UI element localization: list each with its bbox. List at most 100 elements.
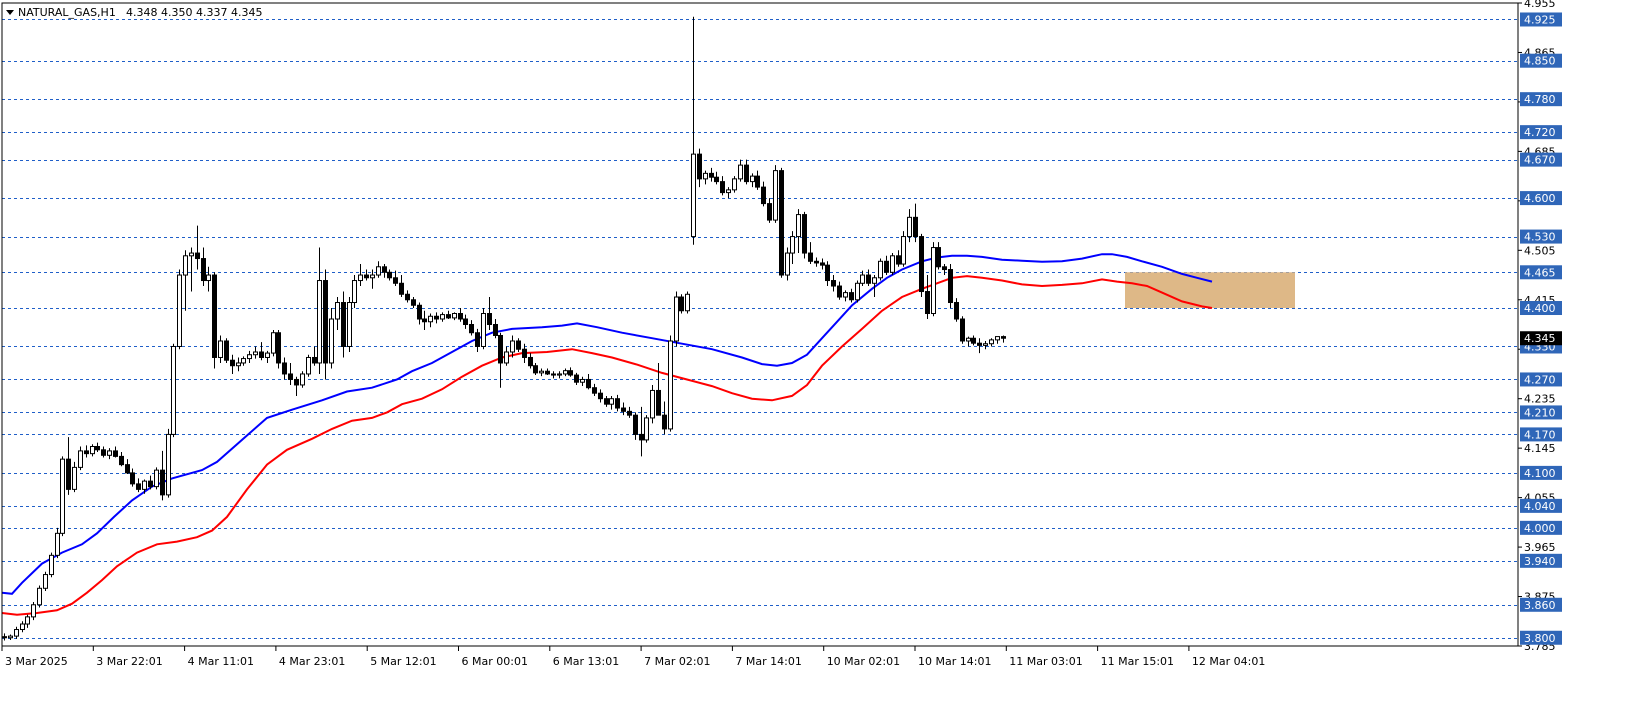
candle[interactable]: [189, 247, 194, 292]
candle[interactable]: [884, 255, 889, 276]
candle[interactable]: [545, 368, 550, 376]
candle[interactable]: [154, 467, 159, 490]
candle[interactable]: [586, 373, 591, 390]
candle[interactable]: [837, 281, 842, 300]
candle[interactable]: [171, 343, 176, 438]
candle[interactable]: [446, 310, 451, 320]
candle[interactable]: [487, 297, 492, 330]
candle[interactable]: [668, 335, 673, 432]
candle[interactable]: [323, 269, 328, 380]
candle[interactable]: [738, 159, 743, 182]
candle[interactable]: [370, 269, 375, 289]
candle[interactable]: [971, 335, 976, 346]
candle[interactable]: [580, 376, 585, 387]
candle[interactable]: [890, 253, 895, 276]
candle[interactable]: [814, 257, 819, 267]
candle[interactable]: [761, 181, 766, 207]
candle[interactable]: [417, 302, 422, 325]
candle[interactable]: [452, 312, 457, 321]
candle[interactable]: [218, 335, 223, 363]
candle[interactable]: [820, 258, 825, 270]
candle[interactable]: [615, 394, 620, 412]
candle[interactable]: [195, 225, 200, 270]
candle[interactable]: [66, 437, 71, 495]
candle[interactable]: [14, 626, 19, 639]
candle[interactable]: [55, 527, 60, 559]
candle[interactable]: [995, 336, 1000, 344]
candle[interactable]: [31, 602, 36, 621]
candle[interactable]: [481, 308, 486, 350]
candle[interactable]: [306, 354, 311, 377]
candle[interactable]: [276, 329, 281, 369]
candle[interactable]: [259, 342, 264, 361]
candle[interactable]: [72, 461, 77, 493]
candle[interactable]: [101, 446, 106, 458]
candle[interactable]: [878, 258, 883, 281]
candle[interactable]: [113, 446, 118, 458]
candle[interactable]: [709, 167, 714, 182]
candle[interactable]: [960, 316, 965, 344]
candle[interactable]: [183, 250, 188, 311]
candle[interactable]: [849, 288, 854, 303]
candle[interactable]: [551, 371, 556, 379]
candle[interactable]: [469, 320, 474, 336]
candle[interactable]: [119, 452, 124, 467]
candle[interactable]: [382, 264, 387, 278]
candle[interactable]: [808, 242, 813, 265]
candle[interactable]: [422, 310, 427, 330]
candle[interactable]: [855, 280, 860, 303]
candle[interactable]: [539, 368, 544, 377]
candle[interactable]: [936, 242, 941, 270]
candle[interactable]: [253, 346, 258, 359]
candle[interactable]: [825, 261, 830, 287]
candle[interactable]: [802, 211, 807, 259]
candle[interactable]: [37, 585, 42, 608]
candle[interactable]: [130, 468, 135, 487]
candle[interactable]: [627, 406, 632, 418]
candle[interactable]: [913, 203, 918, 243]
candle[interactable]: [896, 250, 901, 267]
candle[interactable]: [639, 406, 644, 457]
candle[interactable]: [790, 231, 795, 265]
candle[interactable]: [925, 275, 930, 320]
candle[interactable]: [95, 442, 100, 453]
candle[interactable]: [160, 450, 165, 501]
candle[interactable]: [720, 176, 725, 196]
candle[interactable]: [633, 412, 638, 440]
candle[interactable]: [568, 367, 573, 377]
candle[interactable]: [317, 247, 322, 374]
candle[interactable]: [557, 371, 562, 379]
candle[interactable]: [347, 297, 352, 352]
candle[interactable]: [236, 357, 241, 372]
candle[interactable]: [166, 428, 171, 498]
candle[interactable]: [440, 312, 445, 322]
candle[interactable]: [463, 314, 468, 329]
candle[interactable]: [84, 445, 89, 458]
candle[interactable]: [983, 340, 988, 350]
candle[interactable]: [49, 552, 54, 578]
candle[interactable]: [533, 362, 538, 376]
candle[interactable]: [493, 319, 498, 339]
candle[interactable]: [954, 298, 959, 322]
candle[interactable]: [732, 176, 737, 193]
candle[interactable]: [796, 209, 801, 254]
candle[interactable]: [212, 272, 217, 369]
candle[interactable]: [288, 362, 293, 385]
candle[interactable]: [714, 171, 719, 185]
candle[interactable]: [831, 275, 836, 292]
candle[interactable]: [504, 346, 509, 366]
candle[interactable]: [750, 173, 755, 188]
candle[interactable]: [78, 446, 83, 471]
candle[interactable]: [458, 308, 463, 322]
candle[interactable]: [1001, 335, 1006, 343]
candle[interactable]: [475, 328, 480, 352]
candle[interactable]: [650, 384, 655, 424]
candle[interactable]: [20, 621, 25, 633]
candle[interactable]: [90, 444, 95, 457]
candle[interactable]: [2, 633, 7, 641]
candle[interactable]: [358, 264, 363, 287]
candle[interactable]: [919, 233, 924, 298]
candle[interactable]: [901, 231, 906, 267]
candle[interactable]: [942, 264, 947, 276]
candle[interactable]: [352, 275, 357, 309]
